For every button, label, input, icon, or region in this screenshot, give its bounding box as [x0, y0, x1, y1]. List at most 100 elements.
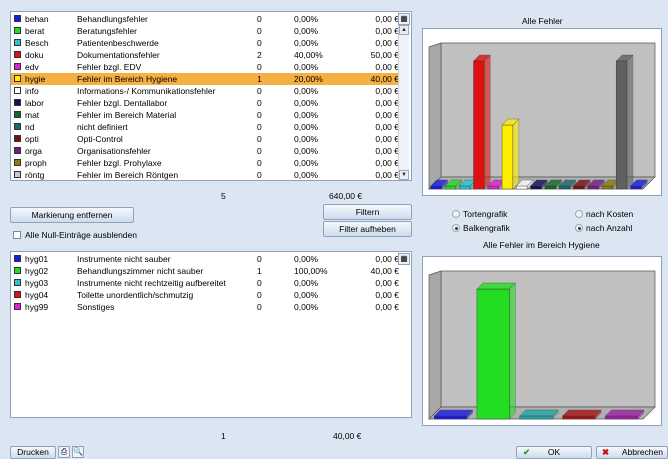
- chart-bar: [562, 415, 596, 420]
- row-description: Patientenbeschwerde: [77, 38, 159, 48]
- row-description: Fehler im Bereich Hygiene: [77, 74, 178, 84]
- row-percent: 0,00%: [294, 86, 319, 96]
- row-percent: 0,00%: [294, 14, 319, 24]
- chart-bar-side: [626, 54, 634, 190]
- null-eintraege-checkbox[interactable]: [13, 231, 21, 239]
- row-percent: 0,00%: [294, 122, 319, 132]
- abbrechen-button[interactable]: ✖ Abbrechen: [596, 446, 668, 459]
- drucken-button[interactable]: Drucken: [10, 446, 56, 459]
- chart-bar: [476, 288, 510, 420]
- chart-bar: [433, 415, 467, 420]
- balkengrafik-radio[interactable]: [452, 224, 460, 232]
- all-errors-chart: [422, 28, 662, 196]
- chart-back-wall: [440, 270, 656, 408]
- table-row[interactable]: proph Fehler bzgl. Prohylaxe 0 0,00% 0,00 €: [11, 157, 401, 169]
- row-description: Beratungsfehler: [77, 26, 138, 36]
- chart-bar: [573, 185, 585, 190]
- tortengrafik-radio[interactable]: [452, 210, 460, 218]
- color-swatch: [14, 51, 21, 58]
- color-swatch: [14, 291, 21, 298]
- table-row[interactable]: info Informations-/ Kommunikationsfehler 0…: [11, 85, 401, 97]
- row-code: röntg: [25, 170, 45, 180]
- nach-kosten-radio[interactable]: [575, 210, 583, 218]
- color-swatch: [14, 303, 21, 310]
- table-row[interactable]: hyg99 Sonstiges 0 0,00% 0,00 €: [11, 301, 401, 313]
- row-percent: 0,00%: [294, 110, 319, 120]
- row-amount: 0,00 €: [375, 146, 399, 156]
- row-amount: 50,00 €: [370, 50, 399, 60]
- color-swatch: [14, 15, 21, 22]
- chart-bar: [558, 185, 571, 190]
- chart-bar-side: [512, 118, 520, 190]
- chart-bar: [501, 124, 514, 190]
- chart-bar: [487, 185, 499, 190]
- row-amount: 0,00 €: [375, 62, 399, 72]
- table-row[interactable]: berat Beratungsfehler 0 0,00% 0,00 €: [11, 25, 401, 37]
- chart-bar-side: [484, 54, 491, 190]
- table-row[interactable]: edv Fehler bzgl. EDV 0 0,00% 0,00 €: [11, 61, 401, 73]
- top-total-amount: 640,00 €: [329, 191, 363, 201]
- top-list-scrollbar[interactable]: ▲ ▼: [398, 13, 409, 180]
- table-row[interactable]: mat Fehler im Bereich Material 0 0,00% 0,00 …: [11, 109, 401, 121]
- row-description: Organisationsfehler: [77, 146, 151, 156]
- row-amount: 0,00 €: [375, 38, 399, 48]
- table-row[interactable]: hygie Fehler im Bereich Hygiene 1 20,00% 40,…: [11, 73, 401, 85]
- chart-bar: [605, 415, 639, 420]
- filter-aufheben-button[interactable]: Filter aufheben: [323, 221, 412, 237]
- chart-bar: [530, 185, 542, 190]
- printer-icon[interactable]: ⎙: [58, 446, 70, 458]
- scroll-down-button[interactable]: ▼: [399, 170, 409, 180]
- table-row[interactable]: hyg04 Toilette unordentlich/schmutzig 0 0,0…: [11, 289, 401, 301]
- table-row[interactable]: hyg01 Instrumente nicht sauber 0 0,00% 0,00 …: [11, 253, 401, 265]
- row-count: 0: [257, 62, 262, 72]
- chart-bar: [601, 185, 613, 190]
- table-row[interactable]: hyg03 Instrumente nicht rechtzeitig aufbe…: [11, 277, 401, 289]
- table-row[interactable]: doku Dokumentationsfehler 2 40,00% 50,00 €: [11, 49, 401, 61]
- color-swatch: [14, 147, 21, 154]
- color-swatch: [14, 63, 21, 70]
- table-row[interactable]: labor Fehler bzgl. Dentallabor 0 0,00% 0,00 …: [11, 97, 401, 109]
- ok-label: OK: [547, 447, 561, 457]
- row-code: info: [25, 86, 39, 96]
- row-count: 2: [257, 50, 262, 60]
- chart-bar-top: [476, 282, 516, 290]
- table-row[interactable]: Besch Patientenbeschwerde 0 0,00% 0,00 €: [11, 37, 401, 49]
- row-description: Dokumentationsfehler: [77, 50, 160, 60]
- filtern-button[interactable]: Filtern: [323, 204, 412, 220]
- table-row[interactable]: nd nicht definiert 0 0,00% 0,00 €: [11, 121, 401, 133]
- row-code: hygie: [25, 74, 46, 84]
- row-percent: 0,00%: [294, 98, 319, 108]
- row-code: labor: [25, 98, 44, 108]
- row-percent: 0,00%: [294, 26, 319, 36]
- row-count: 0: [257, 98, 262, 108]
- scroll-up-button[interactable]: ▲: [399, 25, 409, 35]
- row-amount: 0,00 €: [375, 302, 399, 312]
- color-swatch: [14, 171, 21, 178]
- color-swatch: [14, 87, 21, 94]
- row-amount: 0,00 €: [375, 158, 399, 168]
- table-row[interactable]: röntg Fehler im Bereich Röntgen 0 0,00% 0,00…: [11, 169, 401, 181]
- row-code: proph: [25, 158, 47, 168]
- preview-icon[interactable]: 🔍: [72, 446, 84, 458]
- row-description: Instrumente nicht sauber: [77, 254, 171, 264]
- table-row[interactable]: hyg02 Behandlungszimmer nicht sauber 1 100,…: [11, 265, 401, 277]
- table-row[interactable]: behan Behandlungsfehler 0 0,00% 0,00 €: [11, 13, 401, 25]
- color-swatch: [14, 39, 21, 46]
- markierung-entfernen-button[interactable]: Markierung entfernen: [10, 207, 134, 223]
- row-description: Toilette unordentlich/schmutzig: [77, 290, 194, 300]
- row-code: mat: [25, 110, 40, 120]
- row-code: hyg03: [25, 278, 49, 288]
- table-row[interactable]: orga Organisationsfehler 0 0,00% 0,00 €: [11, 145, 401, 157]
- row-percent: 0,00%: [294, 62, 319, 72]
- color-swatch: [14, 159, 21, 166]
- chart-bar: [516, 185, 528, 190]
- grid-icon[interactable]: ▦: [398, 253, 410, 265]
- nach-anzahl-radio[interactable]: [575, 224, 583, 232]
- row-code: Besch: [25, 38, 49, 48]
- grid-icon[interactable]: ▦: [398, 13, 410, 25]
- ok-button[interactable]: ✔ OK: [516, 446, 592, 459]
- table-row[interactable]: opti Opti-Control 0 0,00% 0,00 €: [11, 133, 401, 145]
- row-description: nicht definiert: [77, 122, 128, 132]
- row-count: 0: [257, 146, 262, 156]
- color-swatch: [14, 279, 21, 286]
